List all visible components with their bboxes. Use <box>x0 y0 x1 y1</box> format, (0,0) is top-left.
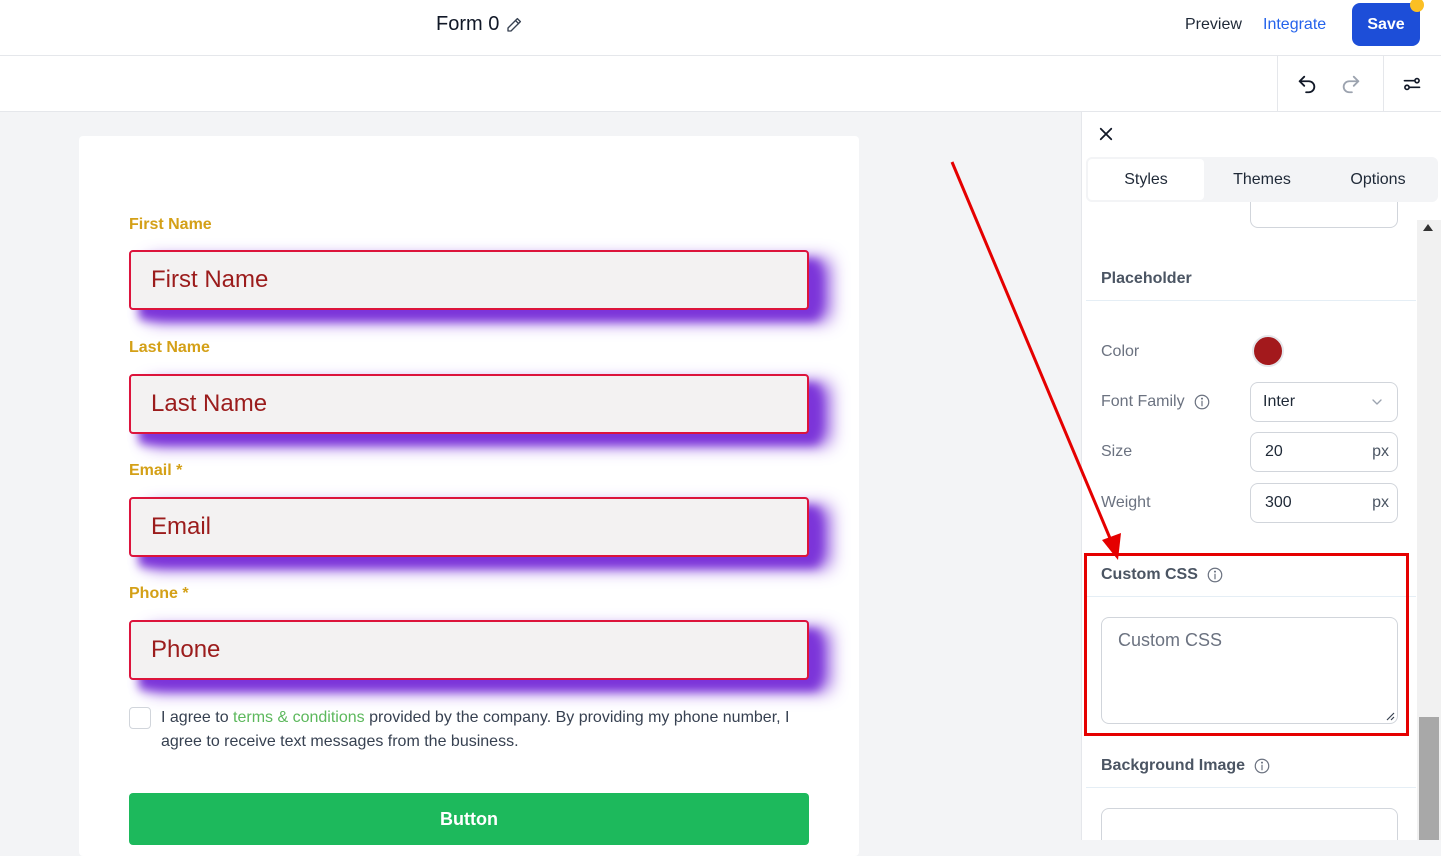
last-name-input[interactable]: Last Name <box>129 374 809 434</box>
tab-themes[interactable]: Themes <box>1204 159 1320 200</box>
submit-button[interactable]: Button <box>129 793 809 845</box>
weight-input[interactable]: 300 px <box>1250 483 1398 523</box>
size-unit: px <box>1372 443 1389 460</box>
font-family-value: Inter <box>1263 393 1296 410</box>
first-name-label: First Name <box>129 216 212 233</box>
form-canvas: First Name First Name Last Name Last Nam… <box>79 136 859 856</box>
weight-value: 300 <box>1265 494 1292 511</box>
custom-css-textarea[interactable]: Custom CSS <box>1101 617 1398 724</box>
weight-unit: px <box>1372 494 1389 511</box>
integrate-link[interactable]: Integrate <box>1263 16 1326 34</box>
email-input[interactable]: Email <box>129 497 809 557</box>
placeholder-section-title: Placeholder <box>1101 270 1192 288</box>
scroll-up-arrow-icon[interactable] <box>1423 224 1433 231</box>
tab-options[interactable]: Options <box>1320 159 1436 200</box>
partial-input-field[interactable] <box>1250 202 1398 228</box>
save-button[interactable]: Save <box>1352 3 1420 46</box>
custom-css-section-title: Custom CSS <box>1101 566 1224 584</box>
terms-prefix: I agree to <box>161 709 234 726</box>
panel-tabs: Styles Themes Options <box>1086 157 1438 202</box>
color-label: Color <box>1101 343 1139 361</box>
toolbar-divider <box>1277 56 1278 112</box>
background-image-section-text: Background Image <box>1101 757 1246 774</box>
terms-link[interactable]: terms & conditions <box>233 709 365 726</box>
pencil-icon[interactable] <box>505 16 523 34</box>
font-family-label: Font Family <box>1101 393 1211 411</box>
section-divider <box>1086 596 1416 597</box>
custom-css-section-text: Custom CSS <box>1101 566 1198 583</box>
panel-scroll-area[interactable]: Placeholder Color Font Family Inter Size… <box>1082 202 1418 840</box>
styles-panel: Styles Themes Options Placeholder Color … <box>1081 112 1441 840</box>
tab-styles[interactable]: Styles <box>1088 159 1204 200</box>
font-family-label-text: Font Family <box>1101 393 1185 410</box>
info-icon[interactable] <box>1193 393 1211 411</box>
settings-sliders-icon[interactable] <box>1398 70 1426 98</box>
size-label: Size <box>1101 443 1132 461</box>
section-divider <box>1086 787 1416 788</box>
size-input[interactable]: 20 px <box>1250 432 1398 472</box>
placeholder-color-swatch[interactable] <box>1252 335 1284 367</box>
background-image-section-title: Background Image <box>1101 757 1271 775</box>
undo-icon[interactable] <box>1293 70 1321 98</box>
toolbar-divider <box>1383 56 1384 112</box>
custom-css-placeholder: Custom CSS <box>1118 630 1223 650</box>
phone-label: Phone * <box>129 585 189 602</box>
chevron-down-icon <box>1372 399 1382 405</box>
size-value: 20 <box>1265 443 1283 460</box>
email-label: Email * <box>129 462 183 479</box>
weight-label-text: Weight <box>1101 494 1151 511</box>
placeholder-section-text: Placeholder <box>1101 270 1192 287</box>
terms-text: I agree to terms & conditions provided b… <box>161 706 809 754</box>
section-divider <box>1086 300 1416 301</box>
partial-row-label <box>1101 202 1131 216</box>
terms-checkbox[interactable] <box>129 707 151 729</box>
form-title[interactable]: Form 0 <box>436 13 523 36</box>
info-icon[interactable] <box>1253 757 1271 775</box>
top-bar: Form 0 Preview Integrate Save <box>0 0 1441 56</box>
last-name-label: Last Name <box>129 339 210 356</box>
scrollbar-thumb[interactable] <box>1419 717 1439 840</box>
weight-label: Weight <box>1101 494 1151 512</box>
close-icon[interactable] <box>1094 122 1118 146</box>
first-name-input[interactable]: First Name <box>129 250 809 310</box>
color-label-text: Color <box>1101 343 1140 360</box>
background-image-input[interactable] <box>1101 808 1398 840</box>
font-family-select[interactable]: Inter <box>1250 382 1398 422</box>
resize-grip-icon[interactable] <box>1385 711 1395 721</box>
info-icon[interactable] <box>1206 566 1224 584</box>
form-title-text: Form 0 <box>436 13 500 35</box>
unsaved-indicator-dot <box>1410 0 1424 12</box>
preview-link[interactable]: Preview <box>1185 16 1242 34</box>
panel-scrollbar[interactable] <box>1417 220 1441 840</box>
redo-icon[interactable] <box>1337 70 1365 98</box>
toolbar <box>0 56 1441 112</box>
terms-consent: I agree to terms & conditions provided b… <box>129 706 809 754</box>
phone-input[interactable]: Phone <box>129 620 809 680</box>
size-label-text: Size <box>1101 443 1133 460</box>
